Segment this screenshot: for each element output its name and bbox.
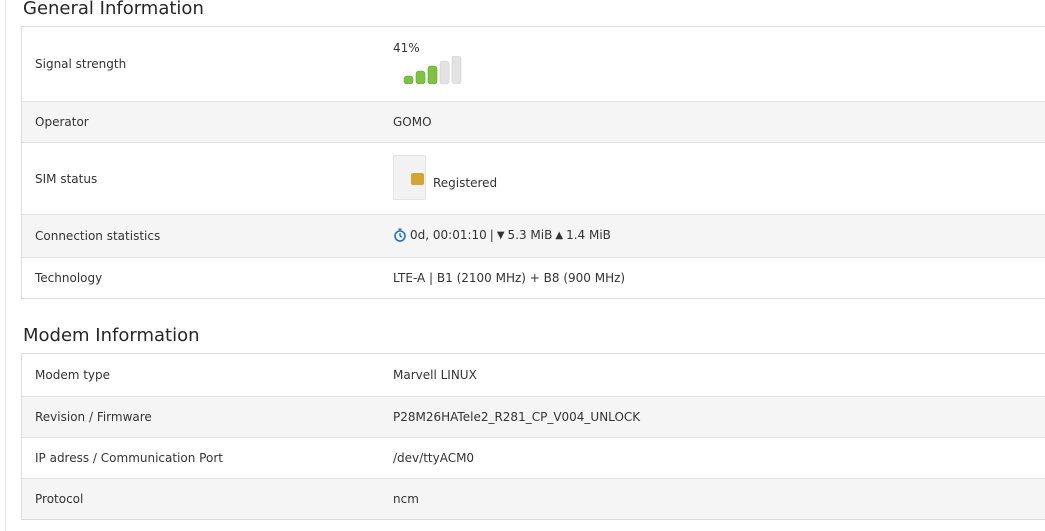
- communication-port-label: IP adress / Communication Port: [35, 451, 223, 465]
- row-operator: Operator GOMO: [22, 101, 1045, 142]
- signal-bar-1: [403, 75, 414, 84]
- operator-value: GOMO: [393, 115, 432, 129]
- firmware-label: Revision / Firmware: [35, 410, 152, 424]
- signal-bar-2: [415, 70, 426, 84]
- row-technology: Technology LTE-A | B1 (2100 MHz) + B8 (9…: [22, 257, 1045, 298]
- signal-bar-3: [427, 65, 438, 84]
- operator-label: Operator: [35, 115, 89, 129]
- row-protocol: Protocol ncm: [22, 478, 1045, 519]
- uptime-value: 0d, 00:01:10: [410, 228, 487, 242]
- connection-statistics-label: Connection statistics: [35, 229, 161, 243]
- row-sim-status: SIM status Registered: [22, 142, 1045, 214]
- download-arrow-icon: ▼: [496, 229, 505, 241]
- stopwatch-icon: [393, 228, 407, 242]
- connection-statistics-value: 0d, 00:01:10 | ▼ 5.3 MiB ▲ 1.4 MiB: [393, 228, 611, 242]
- modem-information-title: Modem Information: [23, 325, 200, 346]
- signal-bars-icon: [403, 56, 462, 84]
- technology-value: LTE-A | B1 (2100 MHz) + B8 (900 MHz): [393, 271, 626, 285]
- protocol-label: Protocol: [35, 492, 84, 506]
- protocol-value: ncm: [393, 492, 419, 506]
- upload-value: 1.4 MiB: [566, 228, 611, 242]
- modem-type-label: Modem type: [35, 368, 111, 382]
- upload-arrow-icon: ▲: [555, 229, 564, 241]
- communication-port-value: /dev/ttyACM0: [393, 451, 475, 465]
- row-firmware: Revision / Firmware P28M26HATele2_R281_C…: [22, 396, 1045, 437]
- row-connection-statistics: Connection statistics 0d, 00:01:10 | ▼ 5…: [22, 214, 1045, 257]
- sim-chip: [411, 173, 424, 185]
- signal-bar-4: [439, 60, 450, 84]
- signal-strength-label: Signal strength: [35, 57, 127, 71]
- row-modem-type: Modem type Marvell LINUX: [22, 354, 1045, 396]
- modem-type-value: Marvell LINUX: [393, 368, 477, 382]
- general-information-title: General Information: [23, 0, 204, 19]
- row-signal-strength: Signal strength 41%: [22, 27, 1045, 101]
- sim-status-label: SIM status: [35, 172, 98, 186]
- signal-bar-5: [451, 56, 462, 84]
- sim-status-value: Registered: [433, 176, 498, 190]
- modem-information-table: Modem type Marvell LINUX Revision / Firm…: [21, 353, 1045, 520]
- firmware-value: P28M26HATele2_R281_CP_V004_UNLOCK: [393, 410, 641, 424]
- stats-separator: |: [489, 228, 494, 242]
- sim-card-icon: [393, 155, 426, 200]
- general-information-table: Signal strength 41% Operator GOMO SIM st…: [21, 26, 1045, 299]
- signal-percent: 41%: [393, 41, 420, 55]
- download-value: 5.3 MiB: [507, 228, 553, 242]
- left-border: [5, 0, 6, 531]
- row-communication-port: IP adress / Communication Port /dev/ttyA…: [22, 437, 1045, 478]
- technology-label: Technology: [35, 271, 103, 285]
